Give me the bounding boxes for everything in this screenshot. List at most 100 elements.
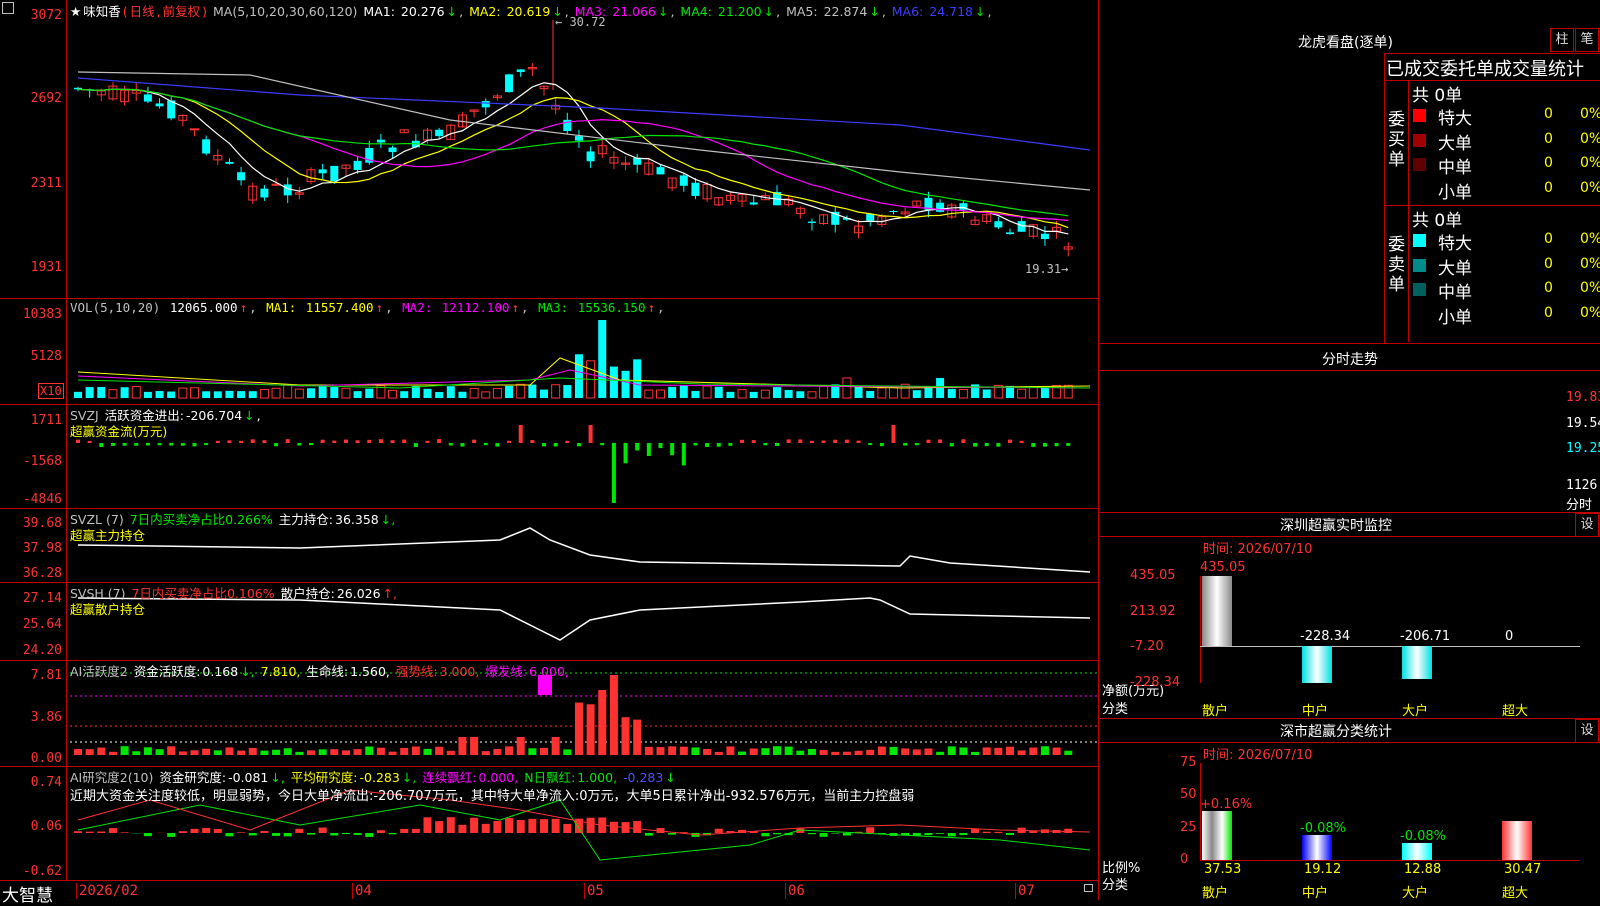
chart-mark xyxy=(307,388,315,398)
chart-mark xyxy=(820,386,828,398)
vol-unit-badge: X10 xyxy=(38,383,64,399)
order-percent: 0% xyxy=(1580,231,1600,247)
chart-mark xyxy=(121,387,129,398)
stock-name[interactable]: 味知香 xyxy=(83,4,121,19)
chart-mark xyxy=(752,440,756,443)
chart-mark xyxy=(938,439,942,443)
chart-mark xyxy=(996,443,1000,447)
svsh-line xyxy=(78,598,1090,640)
trade-stats-tabs[interactable]: 已成交委托单成交量统计 xyxy=(1386,55,1600,81)
chart-mark xyxy=(435,130,443,136)
lock-icon[interactable] xyxy=(1084,884,1093,892)
y-tick: 24.20 xyxy=(0,643,62,658)
ai-active-v4: 3.000, xyxy=(440,664,480,679)
order-size-label: 大单 xyxy=(1438,254,1472,279)
order-size-label: 特大 xyxy=(1438,229,1472,254)
chart-mark xyxy=(1006,232,1014,234)
chart-mark xyxy=(449,443,453,446)
color-swatch xyxy=(1413,259,1426,272)
chart-mark xyxy=(657,390,665,398)
order-percent: 0% xyxy=(1580,131,1600,147)
chart-mark xyxy=(822,440,826,443)
chart-mark xyxy=(354,161,362,170)
chart-mark xyxy=(121,832,129,833)
chart-mark xyxy=(365,747,373,755)
chart-mark xyxy=(482,392,490,398)
chart-mark xyxy=(878,747,886,755)
chart-mark xyxy=(657,747,665,755)
chart-mark xyxy=(600,443,604,445)
order-count: 0 xyxy=(1544,305,1553,321)
chart-mark xyxy=(528,748,536,755)
chart-mark xyxy=(402,440,406,443)
chart-mark xyxy=(99,443,103,447)
chart-mark xyxy=(482,751,490,755)
chart-mark xyxy=(587,818,595,833)
chart-mark xyxy=(1031,443,1035,447)
chart-mark xyxy=(866,750,874,755)
classify-category: 超大 xyxy=(1502,882,1528,901)
research-avg-line xyxy=(78,800,1090,860)
adjust-label[interactable]: 前复权 xyxy=(163,4,201,19)
classify-category: 大户 xyxy=(1402,882,1428,901)
sz-classify-settings-button[interactable]: 设 xyxy=(1575,719,1599,743)
chart-mark xyxy=(610,367,618,398)
chart-mark xyxy=(936,752,944,755)
chart-mark xyxy=(820,750,828,755)
chart-mark xyxy=(237,751,245,755)
bar-view-button[interactable]: 柱 xyxy=(1550,28,1574,52)
chart-mark xyxy=(74,749,82,755)
chart-mark xyxy=(342,833,350,834)
x-tick: 05 xyxy=(584,883,604,899)
main-chart-header: ★味知香(日线,前复权) MA(5,10,20,30,60,120) MA1: … xyxy=(70,1,995,20)
chart-mark xyxy=(903,443,907,446)
chart-mark xyxy=(1041,746,1049,755)
chart-mark xyxy=(284,748,292,755)
chart-mark xyxy=(260,390,268,398)
order-percent: 0% xyxy=(1580,155,1600,171)
chart-mark xyxy=(156,103,164,106)
pen-view-button[interactable]: 笔 xyxy=(1575,28,1599,52)
chart-mark xyxy=(1041,234,1049,239)
y-tick: -4846 xyxy=(0,492,62,507)
chart-mark xyxy=(517,384,525,398)
divider xyxy=(1100,343,1600,344)
svsh-arrow: ↑, xyxy=(383,586,397,601)
ai-active-item4: 强势线: xyxy=(396,664,438,679)
stock-chart-canvas[interactable] xyxy=(0,0,1100,900)
chart-mark xyxy=(1029,831,1037,833)
chart-mark xyxy=(622,717,630,755)
period-label[interactable]: 日线 xyxy=(130,4,155,19)
chart-mark xyxy=(575,354,583,398)
chart-mark xyxy=(820,833,828,837)
chart-mark xyxy=(86,832,94,833)
chart-mark xyxy=(191,388,199,398)
chart-mark xyxy=(738,390,746,398)
chart-mark xyxy=(389,390,397,398)
svzl-subtitle: 超赢主力持仓 xyxy=(70,525,145,544)
chart-mark xyxy=(169,443,173,446)
classify-y-tick: 25 xyxy=(1180,820,1197,835)
chart-mark xyxy=(810,441,814,443)
ma-number-5: 22.874 xyxy=(820,4,868,19)
ma-arrow-1: ↓ xyxy=(447,4,457,19)
chart-mark xyxy=(400,748,408,755)
ai-research-item1: 资金研究度: xyxy=(159,770,226,785)
ma-value-6: MA6: xyxy=(892,4,924,19)
order-count: 0 xyxy=(1544,131,1553,147)
chart-mark xyxy=(540,748,548,755)
chart-mark xyxy=(272,388,280,398)
chart-mark xyxy=(552,819,560,833)
chart-mark xyxy=(915,443,919,445)
divider xyxy=(1100,536,1600,537)
classify-bar-4 xyxy=(1502,821,1532,860)
chart-mark xyxy=(1055,443,1059,446)
sz-monitor-settings-button[interactable]: 设 xyxy=(1575,513,1599,537)
monitor-bar-3 xyxy=(1402,646,1432,679)
chart-mark xyxy=(985,443,989,446)
chart-mark xyxy=(260,189,268,198)
ma-number-3: 15536.150 xyxy=(570,300,645,315)
chart-mark xyxy=(342,750,350,755)
color-swatch xyxy=(1413,283,1426,296)
chart-mark xyxy=(868,443,872,445)
